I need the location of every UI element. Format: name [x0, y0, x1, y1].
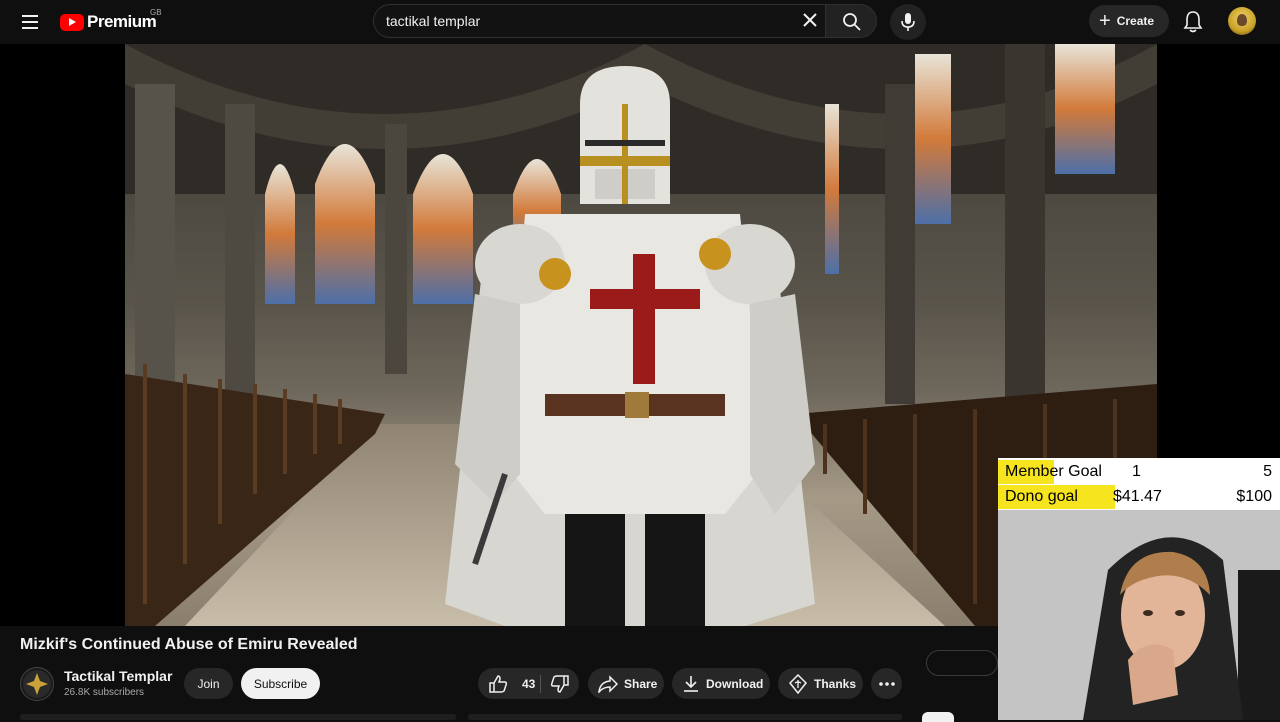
clear-icon[interactable]	[800, 10, 820, 30]
share-label: Share	[624, 676, 658, 691]
download-icon	[684, 675, 698, 692]
streamer-webcam	[998, 510, 1280, 720]
mic-icon	[901, 13, 915, 31]
voice-search-button[interactable]	[890, 4, 926, 40]
more-horizontal-icon	[878, 681, 895, 686]
create-label: Create	[1116, 14, 1155, 28]
comments-box-edge[interactable]	[468, 714, 902, 720]
download-button[interactable]: Download	[672, 668, 770, 699]
member-goal-label: Member Goal	[1005, 463, 1102, 480]
youtube-premium-logo[interactable]: Premium	[60, 10, 157, 34]
share-icon	[598, 674, 618, 693]
share-button[interactable]: Share	[588, 668, 664, 699]
dislike-button[interactable]	[541, 668, 579, 699]
search-button[interactable]	[825, 4, 877, 38]
member-goal-row: Member Goal 1 5	[998, 460, 1280, 484]
channel-name[interactable]: Tactikal Templar	[64, 668, 172, 684]
like-count: 43	[522, 676, 536, 691]
thanks-label: Thanks	[814, 676, 857, 691]
thumbs-down-icon	[550, 674, 569, 693]
join-button[interactable]: Join	[184, 668, 233, 699]
account-avatar[interactable]	[1228, 7, 1256, 35]
subscriber-count: 26.8K subscribers	[64, 687, 145, 698]
member-goal-current: 1	[1132, 463, 1141, 480]
plus-icon: +	[1099, 10, 1111, 32]
channel-avatar[interactable]	[20, 667, 54, 701]
download-label: Download	[706, 676, 764, 691]
stream-goals-panel: Member Goal 1 5 Dono goal $41.47 $100	[998, 458, 1280, 510]
video-title: Mizkif's Continued Abuse of Emiru Reveal…	[20, 636, 358, 653]
dono-goal-target: $100	[1236, 488, 1272, 505]
dono-goal-current: $41.47	[1113, 488, 1162, 505]
description-box-edge[interactable]	[20, 714, 456, 720]
thanks-icon	[788, 673, 808, 694]
masthead: Premium GB + Create	[0, 0, 1280, 44]
more-actions-button[interactable]	[871, 668, 902, 699]
bell-icon[interactable]	[1182, 10, 1204, 34]
search-icon	[843, 13, 861, 31]
thumbs-up-icon	[489, 674, 508, 693]
thanks-button[interactable]: Thanks	[778, 668, 863, 699]
chip-placeholder[interactable]	[926, 650, 998, 676]
menu-icon[interactable]	[16, 8, 44, 36]
create-button[interactable]: + Create	[1089, 5, 1169, 37]
member-goal-target: 5	[1263, 463, 1272, 480]
like-dislike-group: 43	[478, 668, 579, 699]
search-box[interactable]	[373, 4, 825, 38]
country-code: GB	[150, 8, 162, 17]
search-input[interactable]	[386, 13, 786, 29]
filter-chip-all[interactable]	[922, 712, 954, 722]
dono-goal-label: Dono goal	[1005, 488, 1078, 505]
subscribe-button[interactable]: Subscribe	[241, 668, 320, 699]
like-button[interactable]: 43	[478, 668, 540, 699]
youtube-play-icon	[60, 13, 84, 31]
logo-text: Premium	[87, 12, 157, 31]
dono-goal-row: Dono goal $41.47 $100	[998, 485, 1280, 509]
